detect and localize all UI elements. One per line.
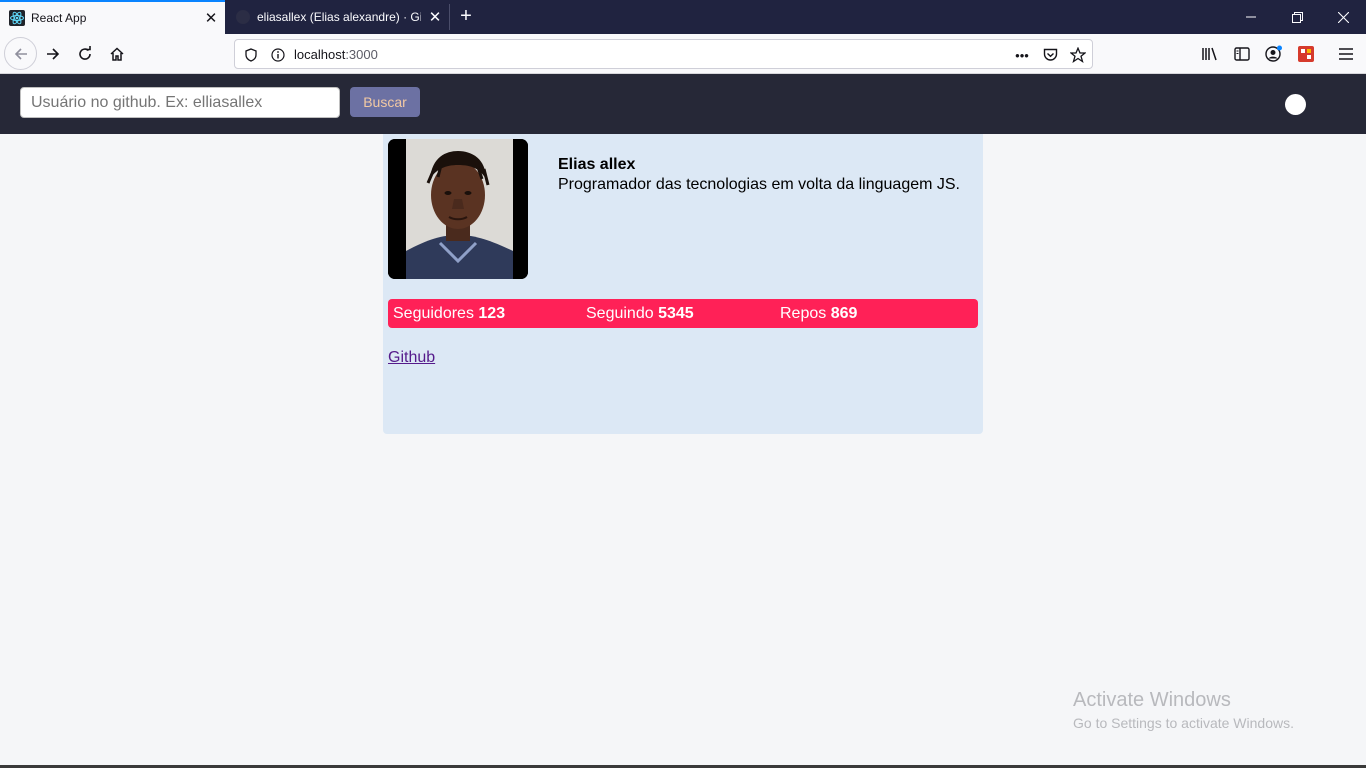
theme-toggle[interactable] (1285, 94, 1306, 115)
home-icon[interactable] (101, 38, 133, 70)
tab-github[interactable]: eliasallex (Elias alexandre) · GitHub ✕ (226, 0, 449, 34)
close-tab-icon[interactable]: ✕ (421, 8, 449, 26)
bookmark-star-icon[interactable] (1068, 45, 1088, 65)
info-icon[interactable] (268, 45, 288, 65)
close-tab-icon[interactable]: ✕ (197, 9, 225, 27)
address-bar[interactable]: localhost:3000 ••• (234, 39, 1093, 69)
search-button[interactable]: Buscar (350, 87, 420, 117)
account-icon[interactable] (1258, 38, 1290, 70)
stat-repos: Repos 869 (780, 305, 857, 323)
stat-followers: Seguidores 123 (393, 305, 505, 323)
stat-value: 123 (478, 305, 506, 322)
stat-label: Repos (780, 305, 827, 322)
profile-card: Elias allex Programador das tecnologias … (383, 134, 983, 434)
search-input[interactable] (20, 87, 340, 118)
stat-following: Seguindo 5345 (586, 305, 694, 323)
user-name: Elias allex (558, 156, 636, 173)
close-window-icon[interactable] (1320, 0, 1366, 34)
user-bio: Programador das tecnologias em volta da … (558, 176, 960, 193)
stat-label: Seguindo (586, 305, 654, 322)
stat-value: 5345 (658, 305, 694, 322)
library-icon[interactable] (1194, 38, 1226, 70)
reload-icon[interactable] (69, 38, 101, 70)
restore-icon[interactable] (1274, 0, 1320, 34)
app-header: Buscar (0, 74, 1366, 134)
extension-icon[interactable] (1290, 38, 1322, 70)
url-host: localhost (294, 47, 346, 62)
tab-react-app[interactable]: React App ✕ (0, 0, 225, 34)
menu-icon[interactable] (1330, 38, 1362, 70)
stat-label: Seguidores (393, 305, 474, 322)
tab-title: eliasallex (Elias alexandre) · GitHub (257, 10, 421, 24)
watermark-title: Activate Windows (1073, 689, 1231, 711)
navigation-toolbar: localhost:3000 ••• (0, 34, 1366, 74)
react-icon (9, 10, 25, 26)
shield-icon[interactable] (241, 45, 261, 65)
tab-bar: React App ✕ eliasallex (Elias alexandre)… (0, 0, 1366, 34)
stats-bar: Seguidores 123 Seguindo 5345 Repos 869 (388, 299, 978, 328)
windows-activation-watermark: Activate Windows Go to Settings to activ… (1073, 689, 1294, 731)
back-icon[interactable] (4, 37, 37, 70)
avatar (388, 139, 528, 279)
url-port: :3000 (345, 47, 378, 62)
url-text[interactable]: localhost:3000 (294, 47, 378, 62)
tab-separator (449, 4, 450, 30)
forward-icon[interactable] (37, 38, 69, 70)
tab-title: React App (31, 11, 87, 25)
more-actions-icon[interactable]: ••• (1012, 45, 1032, 65)
stat-value: 869 (830, 305, 858, 322)
github-link[interactable]: Github (388, 349, 435, 367)
sidebar-icon[interactable] (1226, 38, 1258, 70)
pocket-icon[interactable] (1040, 45, 1060, 65)
minimize-icon[interactable] (1228, 0, 1274, 34)
watermark-subtitle: Go to Settings to activate Windows. (1073, 715, 1294, 731)
new-tab-icon[interactable]: + (453, 0, 479, 34)
github-icon (235, 9, 251, 25)
